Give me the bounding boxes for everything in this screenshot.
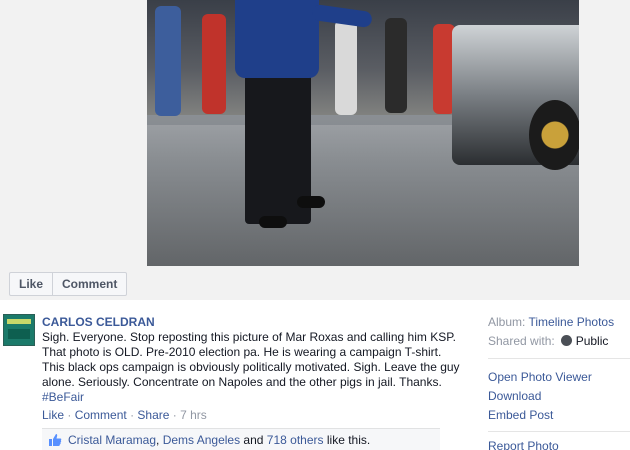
liker-link[interactable]: Dems Angeles bbox=[163, 433, 240, 447]
meta-separator: · bbox=[130, 408, 135, 422]
download-link[interactable]: Download bbox=[488, 389, 541, 403]
avatar-bar bbox=[8, 329, 30, 339]
globe-icon bbox=[560, 335, 572, 346]
post-timestamp[interactable]: 7 hrs bbox=[180, 408, 207, 422]
sidebar-divider bbox=[488, 431, 630, 432]
likes-comma: , bbox=[156, 433, 163, 447]
meta-separator: · bbox=[67, 408, 72, 422]
privacy-row: Shared with: Public bbox=[488, 333, 630, 352]
meta-share-link[interactable]: Share bbox=[137, 408, 169, 422]
embed-post-link[interactable]: Embed Post bbox=[488, 408, 553, 422]
like-button[interactable]: Like bbox=[10, 273, 52, 295]
likes-others-link[interactable]: 718 others bbox=[267, 433, 324, 447]
photo-man-shoe bbox=[297, 196, 325, 208]
photo-stage bbox=[0, 0, 630, 300]
author-avatar[interactable] bbox=[3, 314, 35, 346]
photo-sidebar: Album: Timeline Photos Shared with: Publi… bbox=[488, 314, 630, 450]
photo-man-shoe bbox=[259, 216, 287, 228]
liker-link[interactable]: Cristal Maramag bbox=[68, 433, 156, 447]
likes-summary: Cristal Maramag, Dems Angeles and 718 ot… bbox=[42, 428, 440, 450]
comment-button[interactable]: Comment bbox=[52, 273, 126, 295]
photo-bystander bbox=[155, 6, 181, 116]
sidebar-links: Open Photo Viewer Download Embed Post bbox=[488, 369, 592, 426]
photo-bystander bbox=[202, 14, 226, 114]
album-link[interactable]: Timeline Photos bbox=[528, 315, 614, 329]
caption-text: Sigh. Everyone. Stop reposting this pict… bbox=[42, 330, 460, 389]
photo-bystander bbox=[335, 20, 357, 115]
avatar-band bbox=[7, 319, 31, 324]
meta-like-link[interactable]: Like bbox=[42, 408, 64, 422]
embed-row: Embed Post bbox=[488, 407, 592, 426]
album-row: Album: Timeline Photos bbox=[488, 314, 630, 333]
photo-wheel bbox=[529, 100, 579, 170]
open-viewer-row: Open Photo Viewer bbox=[488, 369, 592, 388]
likes-and: and bbox=[243, 433, 264, 447]
photo-man-shirt bbox=[235, 0, 319, 78]
thumbs-up-icon bbox=[49, 434, 62, 446]
report-row: Report Photo bbox=[488, 439, 559, 450]
album-label: Album: bbox=[488, 315, 526, 329]
post-meta: Like · Comment · Share · 7 hrs bbox=[42, 408, 207, 422]
meta-comment-link[interactable]: Comment bbox=[75, 408, 127, 422]
open-photo-viewer-link[interactable]: Open Photo Viewer bbox=[488, 370, 592, 384]
photo-bystander bbox=[385, 18, 407, 113]
post-caption: Sigh. Everyone. Stop reposting this pict… bbox=[42, 330, 460, 405]
download-row: Download bbox=[488, 388, 592, 407]
post-author[interactable]: CARLOS CELDRAN bbox=[42, 315, 155, 329]
hashtag-link[interactable]: #BeFair bbox=[42, 390, 84, 404]
meta-separator: · bbox=[172, 408, 177, 422]
sidebar-divider bbox=[488, 358, 630, 359]
shared-label: Shared with: bbox=[488, 334, 555, 348]
likes-suffix: like this. bbox=[326, 433, 371, 447]
privacy-value[interactable]: Public bbox=[576, 334, 609, 348]
photo-actions: Like Comment bbox=[9, 272, 128, 296]
report-photo-link[interactable]: Report Photo bbox=[488, 439, 559, 450]
post-photo[interactable] bbox=[147, 0, 579, 266]
